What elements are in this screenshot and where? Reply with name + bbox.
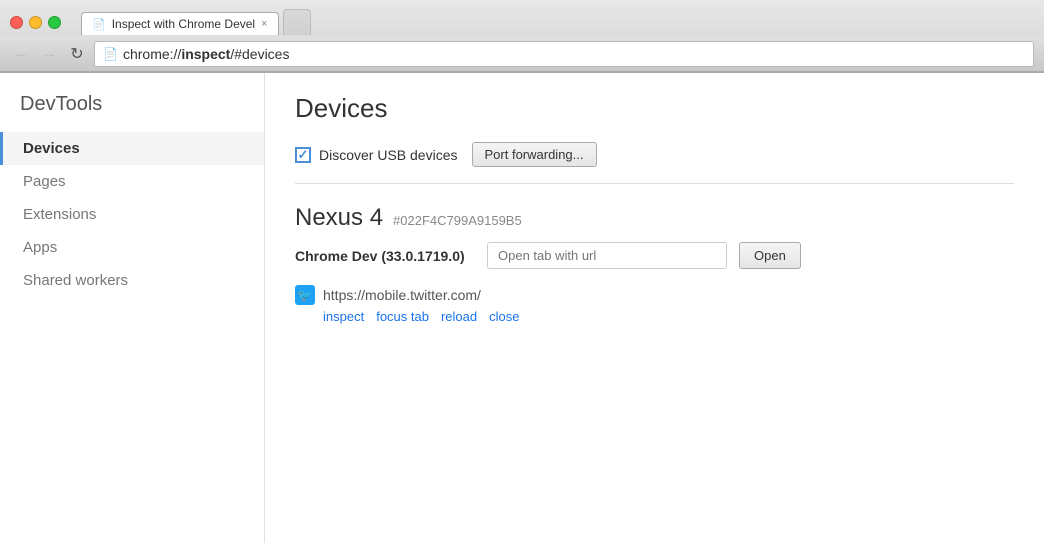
- discover-row: ✓ Discover USB devices Port forwarding..…: [295, 142, 1014, 184]
- browser-chrome: 📄 Inspect with Chrome Devel × ← → ↻ 📄 ch…: [0, 0, 1044, 73]
- traffic-lights: [10, 16, 61, 29]
- tab-favicon-icon: 📄: [92, 18, 106, 31]
- page-content: DevTools Devices Pages Extensions Apps S…: [0, 73, 1044, 543]
- device-name-row: Nexus 4 #022F4C799A9159B5: [295, 204, 1014, 232]
- address-text: chrome://inspect/#devices: [123, 46, 290, 62]
- address-suffix: /#devices: [230, 46, 289, 62]
- tab-actions: inspect focus tab reload close: [295, 309, 1014, 324]
- tab-row: 🐦 https://mobile.twitter.com/: [295, 281, 1014, 309]
- sidebar: DevTools Devices Pages Extensions Apps S…: [0, 73, 265, 543]
- tab-bar: 📄 Inspect with Chrome Devel ×: [81, 9, 311, 35]
- inspect-link[interactable]: inspect: [323, 309, 364, 324]
- discover-usb-label: Discover USB devices: [319, 147, 458, 163]
- device-name: Nexus 4: [295, 204, 383, 232]
- sidebar-item-devices[interactable]: Devices: [0, 132, 264, 165]
- minimize-button[interactable]: [29, 16, 42, 29]
- close-link[interactable]: close: [489, 309, 519, 324]
- focus-tab-link[interactable]: focus tab: [376, 309, 429, 324]
- sidebar-item-apps[interactable]: Apps: [0, 231, 264, 264]
- discover-usb-checkbox-wrapper: ✓ Discover USB devices: [295, 147, 458, 163]
- main-content: Devices ✓ Discover USB devices Port forw…: [265, 73, 1044, 543]
- reload-link[interactable]: reload: [441, 309, 477, 324]
- open-tab-button[interactable]: Open: [739, 242, 801, 269]
- sidebar-item-pages[interactable]: Pages: [0, 165, 264, 198]
- address-bar[interactable]: 📄 chrome://inspect/#devices: [94, 41, 1034, 67]
- tab-title: Inspect with Chrome Devel: [112, 17, 255, 31]
- title-bar: 📄 Inspect with Chrome Devel ×: [0, 0, 1044, 36]
- address-prefix: chrome://: [123, 46, 181, 62]
- page-icon: 📄: [103, 47, 118, 61]
- close-button[interactable]: [10, 16, 23, 29]
- nav-bar: ← → ↻ 📄 chrome://inspect/#devices: [0, 36, 1044, 72]
- page-heading: Devices: [295, 93, 1014, 124]
- sidebar-item-shared-workers[interactable]: Shared workers: [0, 264, 264, 297]
- address-bold: inspect: [181, 46, 230, 62]
- tab-close-icon[interactable]: ×: [261, 18, 267, 30]
- discover-usb-checkbox[interactable]: ✓: [295, 147, 311, 163]
- forward-button[interactable]: →: [38, 43, 60, 65]
- sidebar-item-extensions[interactable]: Extensions: [0, 198, 264, 231]
- back-button[interactable]: ←: [10, 43, 32, 65]
- browser-label: Chrome Dev (33.0.1719.0): [295, 248, 475, 264]
- maximize-button[interactable]: [48, 16, 61, 29]
- twitter-icon: 🐦: [295, 285, 315, 305]
- device-id: #022F4C799A9159B5: [393, 213, 522, 228]
- sidebar-title: DevTools: [0, 93, 264, 132]
- open-tab-url-input[interactable]: [487, 242, 727, 269]
- port-forwarding-button[interactable]: Port forwarding...: [472, 142, 597, 167]
- tab-url: https://mobile.twitter.com/: [323, 287, 481, 303]
- active-tab[interactable]: 📄 Inspect with Chrome Devel ×: [81, 12, 279, 35]
- checkmark-icon: ✓: [298, 147, 309, 163]
- browser-row: Chrome Dev (33.0.1719.0) Open: [295, 242, 1014, 269]
- device-section: Nexus 4 #022F4C799A9159B5 Chrome Dev (33…: [295, 204, 1014, 324]
- new-tab-button[interactable]: [283, 9, 311, 35]
- reload-button[interactable]: ↻: [66, 43, 88, 65]
